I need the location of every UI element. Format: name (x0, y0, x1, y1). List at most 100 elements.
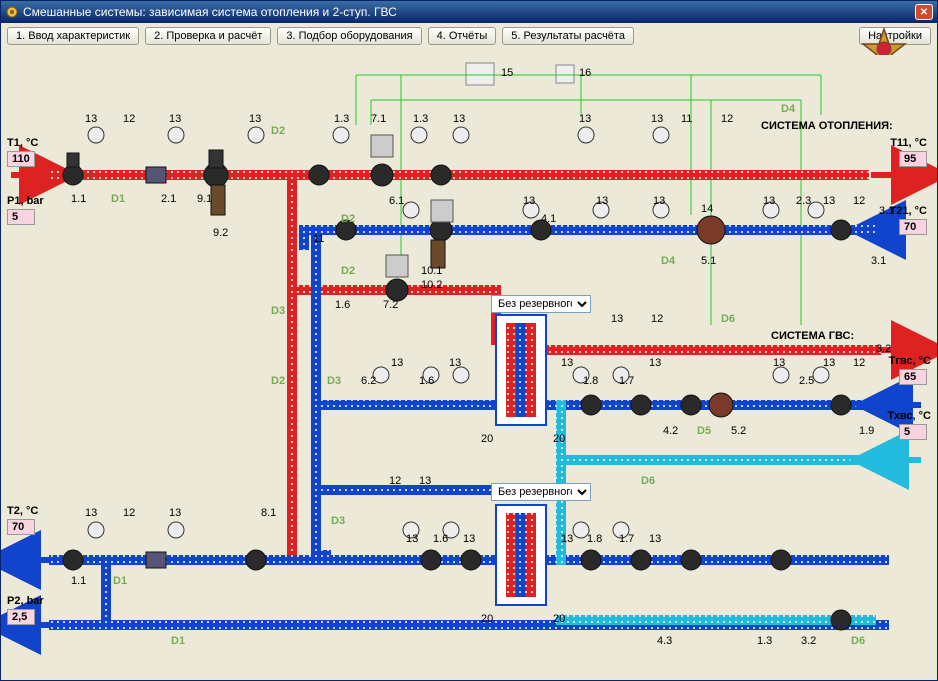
value-T2[interactable]: 70 (7, 519, 35, 535)
tag-D1-1: D1 (111, 193, 125, 205)
tag-13-7: 13 (523, 195, 535, 207)
tag-2_5: 2.5 (799, 375, 814, 387)
tag-12-b1: 12 (123, 507, 135, 519)
tag-D3-3: D3 (331, 515, 345, 527)
tag-1_9: 1.9 (859, 425, 874, 437)
tag-3_1a: 3.1 (879, 205, 894, 217)
app-icon (5, 5, 19, 19)
tag-10_2: 10.2 (421, 279, 442, 291)
tag-1_6: 1.6 (335, 299, 350, 311)
tag-D1-3: D1 (171, 635, 185, 647)
tag-D5-1: D5 (697, 425, 711, 437)
tag-D6-2: D6 (641, 475, 655, 487)
tag-9_2: 9.2 (213, 227, 228, 239)
tag-D4-1: D4 (781, 103, 795, 115)
heat-exchanger-2 (496, 505, 546, 605)
tag-15: 15 (501, 67, 513, 79)
tag-D3-2: D3 (327, 375, 341, 387)
tab-calc[interactable]: 2. Проверка и расчёт (145, 27, 271, 45)
titlebar: Смешанные системы: зависимая система ото… (1, 1, 937, 23)
tag-13-18: 13 (823, 357, 835, 369)
tab-input[interactable]: 1. Ввод характеристик (7, 27, 139, 45)
tag-13-b4: 13 (406, 533, 418, 545)
reserve-combo-2[interactable]: Без резервного (491, 483, 591, 501)
tag-13-1: 13 (85, 113, 97, 125)
tab-results[interactable]: 5. Результаты расчёта (502, 27, 634, 45)
tag-13-12: 13 (611, 313, 623, 325)
label-Tgvs: Тгвс, °C (889, 355, 931, 367)
tag-D1-2: D1 (113, 575, 127, 587)
tag-4_2: 4.2 (663, 425, 678, 437)
tag-D3-1: D3 (271, 305, 285, 317)
close-button[interactable]: ✕ (915, 4, 933, 20)
label-Thvs: Тхвс, °C (888, 410, 931, 422)
tag-13-10: 13 (763, 195, 775, 207)
tag-1_6c: 1.6 (433, 533, 448, 545)
tag-13-b6: 13 (561, 533, 573, 545)
tag-1_1b: 1.1 (71, 575, 86, 587)
tag-D2-1: D2 (271, 125, 285, 137)
tag-9_1: 9.1 (197, 193, 212, 205)
tag-1_3a: 1.3 (334, 113, 349, 125)
tag-7_1: 7.1 (371, 113, 386, 125)
tag-7_2: 7.2 (383, 299, 398, 311)
tag-11-1: 11 (681, 113, 692, 125)
label-T2: T2, °C (7, 505, 38, 517)
tab-reports[interactable]: 4. Отчёты (428, 27, 497, 45)
tag-4_3: 4.3 (657, 635, 672, 647)
toolbar: 1. Ввод характеристик 2. Проверка и расч… (1, 23, 937, 49)
tag-13-4: 13 (453, 113, 465, 125)
value-T1[interactable]: 110 (7, 151, 35, 167)
value-T11[interactable]: 95 (899, 151, 927, 167)
tag-13-13: 13 (391, 357, 403, 369)
tag-8_1: 8.1 (261, 507, 276, 519)
tag-1_7b: 1.7 (619, 533, 634, 545)
tag-13-b2: 13 (169, 507, 181, 519)
value-P2[interactable]: 2,5 (7, 609, 35, 625)
tag-13-b7: 13 (649, 533, 661, 545)
tag-13-5: 13 (579, 113, 591, 125)
tag-6_2: 6.2 (361, 375, 376, 387)
tag-13-2: 13 (169, 113, 181, 125)
tag-12-1: 12 (123, 113, 135, 125)
tag-D2-4: D2 (271, 375, 285, 387)
value-P1[interactable]: 5 (7, 209, 35, 225)
tag-13-11: 13 (823, 195, 835, 207)
tag-13-3: 13 (249, 113, 261, 125)
tag-13-17: 13 (773, 357, 785, 369)
heading-heating: СИСТЕМА ОТОПЛЕНИЯ: (761, 120, 893, 132)
tag-13-16: 13 (649, 357, 661, 369)
reserve-combo-1[interactable]: Без резервного (491, 295, 591, 313)
tab-equip[interactable]: 3. Подбор оборудования (277, 27, 421, 45)
tag-13-b5: 13 (463, 533, 475, 545)
tag-20b: 20 (553, 433, 565, 445)
tag-4_1: 4.1 (541, 213, 556, 225)
tag-3_1b: 3.1 (871, 255, 886, 267)
tag-6_1: 6.1 (389, 195, 404, 207)
tag-2_3: 2.3 (796, 195, 811, 207)
tag-D2-3: D2 (341, 265, 355, 277)
heat-exchanger-1 (496, 315, 546, 425)
tag-2_1: 2.1 (161, 193, 176, 205)
tag-13-8: 13 (596, 195, 608, 207)
tag-1_8b: 1.8 (587, 533, 602, 545)
tag-13-6: 13 (651, 113, 663, 125)
value-T21[interactable]: 70 (899, 219, 927, 235)
tag-3_2a: 3.2 (876, 343, 891, 355)
tag-12-b2: 12 (389, 475, 401, 487)
tag-12-4: 12 (651, 313, 663, 325)
heading-gvs: СИСТЕМА ГВС: (771, 330, 854, 342)
tag-5_1: 5.1 (701, 255, 716, 267)
value-Thvs[interactable]: 5 (899, 424, 927, 440)
tag-D2-2: D2 (341, 213, 355, 225)
tag-16: 16 (579, 67, 591, 79)
diagram-canvas: T1, °C 110 P1, bar 5 T2, °C 70 P2, bar 2… (1, 55, 937, 680)
label-P2: P2, bar (7, 595, 44, 607)
tag-12-5: 12 (853, 357, 865, 369)
tag-20c: 20 (481, 613, 493, 625)
label-T21: T21, °C (890, 205, 927, 217)
value-Tgvs[interactable]: 65 (899, 369, 927, 385)
tag-3_2b: 3.2 (801, 635, 816, 647)
tag-13-b1: 13 (85, 507, 97, 519)
tag-11-2: 11 (313, 233, 324, 245)
